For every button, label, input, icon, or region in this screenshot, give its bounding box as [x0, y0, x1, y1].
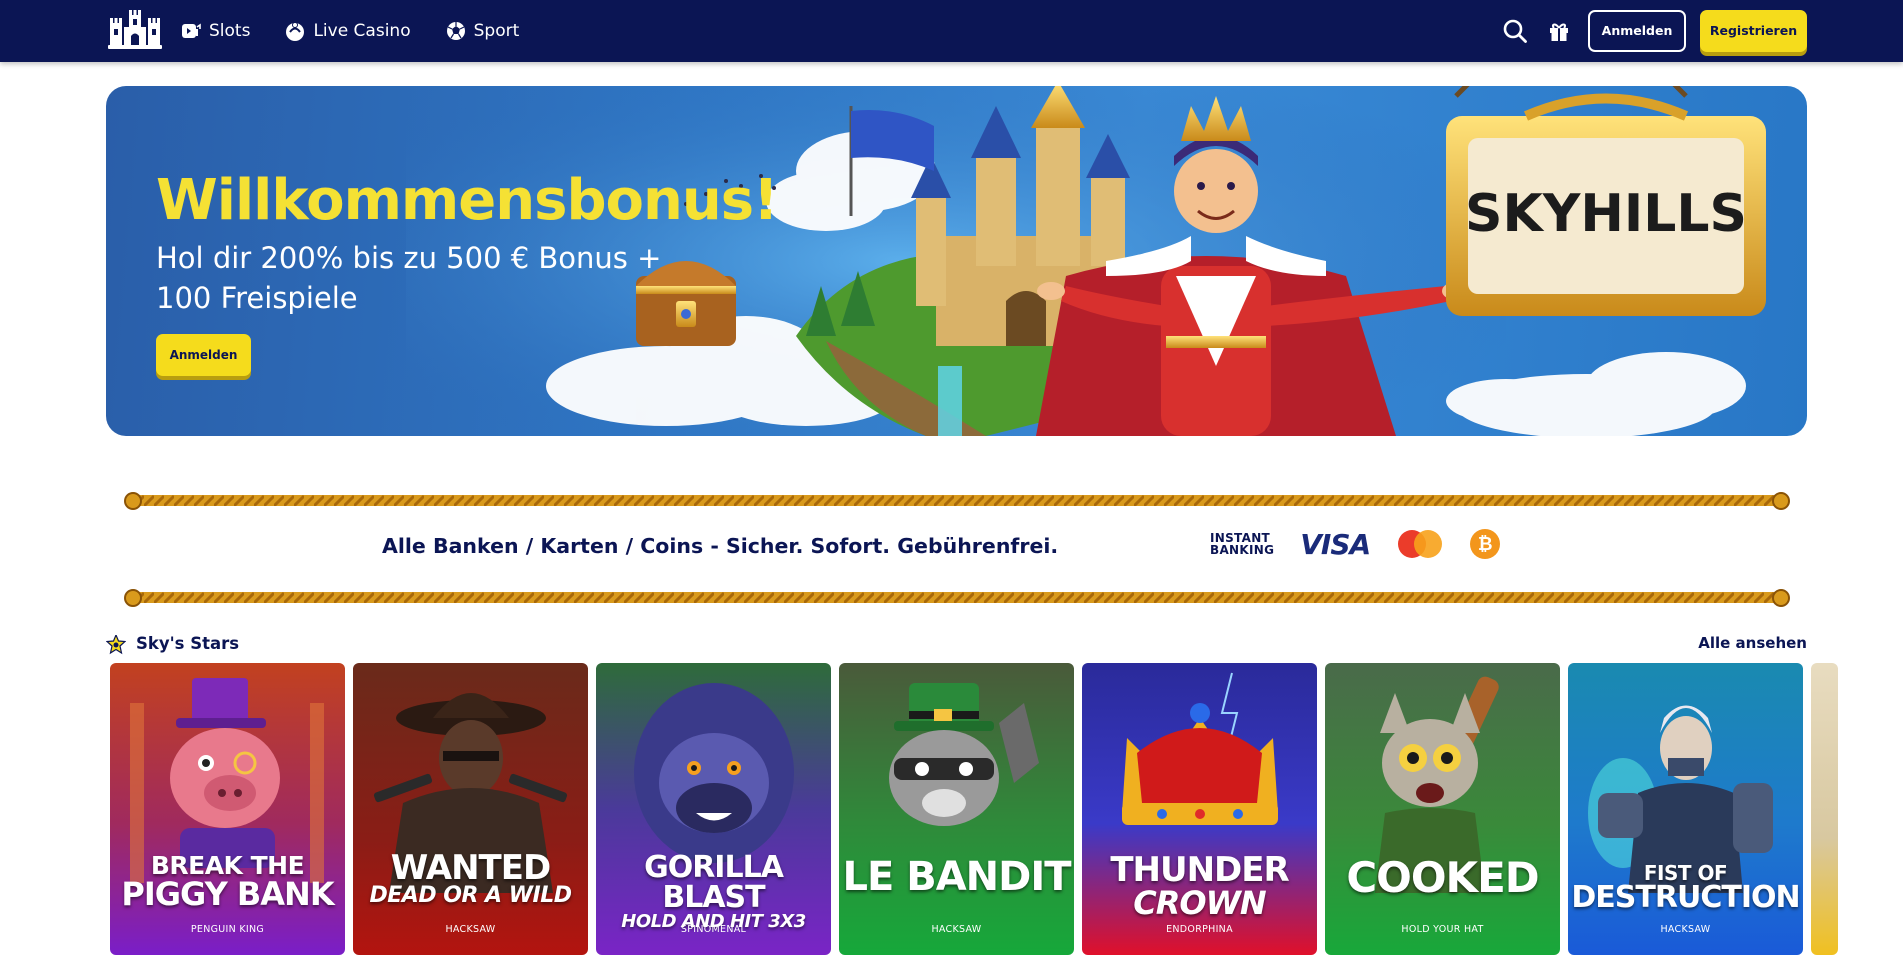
game-provider: ENDORPHINA [1166, 924, 1233, 935]
login-button[interactable]: Anmelden [1588, 9, 1686, 52]
instant-banking-logo: INSTANT BANKING [1210, 532, 1274, 556]
game-title-line1: LE BANDIT [842, 854, 1071, 900]
hero-login-button[interactable]: Anmelden [156, 334, 251, 376]
game-title-line2: CROWN [1133, 884, 1266, 922]
game-provider: HACKSAW [931, 924, 982, 935]
game-title: THUNDER CROWN [1082, 853, 1317, 919]
hero-subtitle: Hol dir 200% bis zu 500 € Bonus + 100 Fr… [156, 241, 662, 315]
nav-label-sport: Sport [473, 21, 520, 41]
view-all-link[interactable]: Alle ansehen [1698, 634, 1807, 652]
nav-item-sport[interactable]: Sport [445, 20, 520, 42]
game-provider: PENGUIN KING [190, 924, 265, 935]
nav-label-slots: Slots [209, 21, 251, 41]
rope-divider-top [124, 492, 1790, 510]
game-title-line2: DEAD OR A WILD [369, 883, 572, 908]
sport-ball-icon [446, 22, 465, 40]
game-card-fist-of-destruction[interactable]: FIST OF DESTRUCTION HACKSAW [1568, 663, 1803, 955]
game-card-thunder-crown[interactable]: THUNDER CROWN ENDORPHINA [1082, 663, 1317, 955]
game-thumbnail [1811, 663, 1838, 955]
instant-banking-line2: BANKING [1210, 543, 1275, 557]
bitcoin-symbol: ₿ [1477, 533, 1493, 555]
main-navigation: Slots Live Casino Sport [180, 0, 519, 62]
game-thumbnail [839, 663, 1074, 955]
gift-icon[interactable] [1544, 16, 1574, 46]
game-title: FIST OF DESTRUCTION [1568, 863, 1803, 913]
game-provider: HACKSAW [1660, 924, 1711, 935]
mastercard-logo-icon [1398, 530, 1443, 558]
register-button[interactable]: Registrieren [1700, 9, 1807, 52]
game-card-gorilla-blast[interactable]: GORILLA BLAST HOLD AND HIT 3X3 SPINOMENA… [596, 663, 831, 955]
game-thumbnail [353, 663, 588, 955]
payment-methods: INSTANT BANKING VISA ₿ [1210, 526, 1501, 562]
top-navigation-bar: Slots Live Casino Sport Anmelden Registr… [0, 0, 1903, 62]
header-actions: Anmelden Registrieren [1500, 9, 1807, 52]
game-title: WANTED DEAD OR A WILD [353, 851, 588, 907]
game-title: COOKED [1325, 857, 1560, 899]
live-casino-icon [286, 22, 305, 41]
game-card-cooked[interactable]: COOKED HOLD YOUR HAT [1325, 663, 1560, 955]
skys-stars-header: Sky's Stars Alle ansehen [106, 634, 1807, 656]
games-carousel: BREAK THE PIGGY BANK PENGUIN KING WANTED… [110, 663, 1838, 955]
castle-logo-icon[interactable] [106, 9, 164, 51]
game-card-partial[interactable] [1811, 663, 1838, 955]
visa-logo: VISA [1300, 527, 1371, 561]
game-card-wanted-dead-or-a-wild[interactable]: WANTED DEAD OR A WILD HACKSAW [353, 663, 588, 955]
game-title: LE BANDIT [839, 857, 1074, 897]
game-thumbnail [1325, 663, 1560, 955]
game-title-line1: WANTED [390, 848, 551, 888]
game-provider: SPINOMENAL [680, 924, 747, 935]
bitcoin-icon: ₿ [1470, 529, 1501, 559]
game-title-line1: COOKED [1346, 853, 1539, 902]
game-title: BREAK THE PIGGY BANK [110, 853, 345, 910]
nav-item-live-casino[interactable]: Live Casino [284, 20, 411, 42]
game-card-le-bandit[interactable]: LE BANDIT HACKSAW [839, 663, 1074, 955]
game-provider: HACKSAW [445, 924, 496, 935]
game-card-break-the-piggy-bank[interactable]: BREAK THE PIGGY BANK PENGUIN KING [110, 663, 345, 955]
game-provider: HOLD YOUR HAT [1401, 924, 1484, 935]
rope-divider-bottom [124, 589, 1790, 607]
game-title: GORILLA BLAST HOLD AND HIT 3X3 [596, 853, 831, 931]
game-title-line1: GORILLA BLAST [644, 850, 784, 915]
search-icon[interactable] [1500, 16, 1530, 46]
sign-text: SKYHILLS [1465, 184, 1747, 244]
welcome-bonus-banner[interactable]: SKYHILLS Willkommensbonus! Hol dir 200% … [106, 86, 1807, 436]
game-title-line2: PIGGY BANK [121, 875, 334, 913]
game-title-line1: THUNDER [1110, 850, 1289, 890]
hero-title: Willkommensbonus! [156, 168, 779, 233]
nav-item-slots[interactable]: Slots [180, 20, 250, 42]
game-title-line2: DESTRUCTION [1571, 880, 1800, 915]
slot-machine-icon [182, 23, 201, 38]
star-badge-icon [106, 635, 126, 655]
section-title: Sky's Stars [136, 634, 240, 653]
nav-label-live-casino: Live Casino [313, 21, 411, 41]
payment-tagline: Alle Banken / Karten / Coins - Sicher. S… [382, 534, 1059, 558]
